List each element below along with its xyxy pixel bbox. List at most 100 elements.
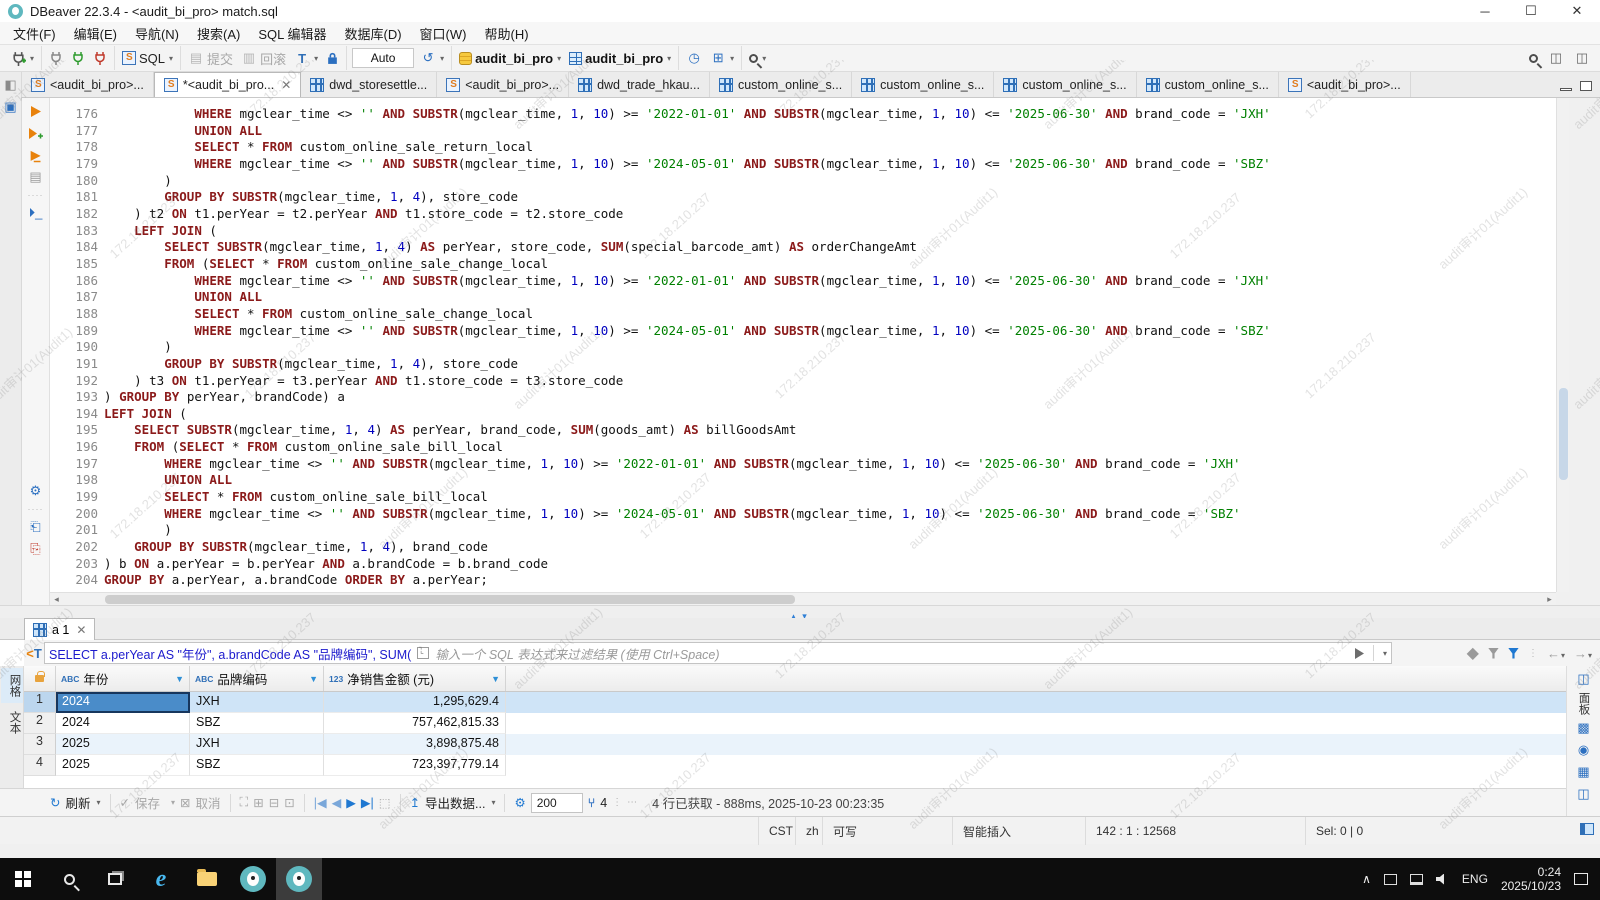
cell[interactable]: 757,462,815.33 xyxy=(324,713,506,734)
column-header-amount[interactable]: 123净销售金额 (元)▼ xyxy=(324,666,506,691)
expand-filter-icon[interactable] xyxy=(417,647,429,659)
cell[interactable]: 1,295,629.4 xyxy=(324,692,506,713)
settings-gear-icon[interactable]: ⚙ xyxy=(27,482,45,500)
table-row[interactable]: 12024JXH1,295,629.4 xyxy=(24,692,1566,713)
panels-label[interactable]: 面板 xyxy=(1576,692,1592,715)
minimize-editor-icon[interactable] xyxy=(1560,88,1572,91)
table-row[interactable]: 42025SBZ723,397,779.14 xyxy=(24,755,1566,776)
cell[interactable]: 723,397,779.14 xyxy=(324,755,506,776)
menu-item-5[interactable]: 数据库(D) xyxy=(336,22,411,45)
show-hidden-icons-button[interactable]: ∧ xyxy=(1362,872,1371,886)
cell[interactable]: JXH xyxy=(190,734,324,755)
menu-item-6[interactable]: 窗口(W) xyxy=(411,22,476,45)
restore-view-icon[interactable]: ◧ xyxy=(2,76,20,94)
cell[interactable]: 2024 xyxy=(56,713,190,734)
row-number[interactable]: 4 xyxy=(24,755,56,776)
menu-item-1[interactable]: 编辑(E) xyxy=(65,22,126,45)
execute-script-button[interactable]: ▶̲ xyxy=(27,146,45,164)
apply-filter-icon[interactable] xyxy=(1354,648,1365,659)
corner-lock-cell[interactable] xyxy=(24,666,56,691)
custom-filter-icon[interactable] xyxy=(1508,648,1519,659)
perspective-icon[interactable]: ◫ xyxy=(1548,50,1564,66)
execute-statement-button[interactable] xyxy=(27,102,45,120)
next-page-icon[interactable]: ▶ xyxy=(346,795,356,810)
grid-view-tab[interactable]: 网格 xyxy=(1,668,23,703)
cell[interactable]: 2025 xyxy=(56,755,190,776)
refresh-button[interactable]: 刷新 xyxy=(65,793,90,812)
row-number[interactable]: 3 xyxy=(24,734,56,755)
notification-center-button[interactable] xyxy=(1574,873,1588,885)
explorer-taskbar-button[interactable] xyxy=(184,858,230,900)
refresh-icon[interactable]: ↻ xyxy=(50,795,60,810)
editor-horizontal-scrollbar[interactable]: ◂ ▸ xyxy=(50,592,1556,605)
chevron-down-icon[interactable]: ▼ xyxy=(309,674,318,684)
panel-settings-icon[interactable]: ◫ xyxy=(1575,670,1593,688)
status-panel-icon[interactable] xyxy=(1580,823,1594,835)
transaction-log-button[interactable]: ↺▾ xyxy=(418,48,446,68)
cell[interactable]: 3,898,875.48 xyxy=(324,734,506,755)
column-header-year[interactable]: ABC年份▼ xyxy=(56,666,190,691)
cancel-button[interactable]: 取消 xyxy=(196,793,221,812)
minimize-button[interactable]: ─ xyxy=(1462,0,1508,22)
time-icon[interactable]: ◷ xyxy=(684,48,704,68)
first-page-icon[interactable]: |◀ xyxy=(314,795,327,810)
export-data-button[interactable]: 导出数据... xyxy=(425,793,485,812)
text-view-tab[interactable]: 文本 xyxy=(1,705,23,740)
row-delete-icon[interactable]: ⊡ xyxy=(284,795,294,810)
row-number[interactable]: 2 xyxy=(24,713,56,734)
goto-row-icon[interactable]: ⬚ xyxy=(379,795,391,810)
input-language[interactable]: ENG xyxy=(1462,872,1488,886)
table-row[interactable]: 22024SBZ757,462,815.33 xyxy=(24,713,1566,734)
cell[interactable]: 2025 xyxy=(56,734,190,755)
taskbar-clock[interactable]: 0:24 2025/10/23 xyxy=(1501,865,1561,893)
filter-history-dropdown[interactable]: ▾ xyxy=(1383,649,1387,658)
lock-icon[interactable] xyxy=(324,50,341,67)
close-button[interactable]: ✕ xyxy=(1554,0,1600,22)
start-button[interactable] xyxy=(0,858,46,900)
task-view-button[interactable] xyxy=(92,858,138,900)
schema-selector[interactable]: audit_bi_pro▾ xyxy=(567,49,673,68)
maximize-button[interactable]: ☐ xyxy=(1508,0,1554,22)
editor-tab-7[interactable]: custom_online_s... xyxy=(994,72,1136,97)
transaction-mode-button[interactable]: T▾ xyxy=(292,48,320,68)
record-icon[interactable]: ◉ xyxy=(1575,741,1593,759)
new-connection-button[interactable]: ▾ xyxy=(9,49,36,68)
cell[interactable]: SBZ xyxy=(190,713,324,734)
grid-settings-gear-icon[interactable]: ⚙ xyxy=(514,795,525,810)
sql-editor-area[interactable]: 1761771781791801811821831841851861871881… xyxy=(50,98,1556,592)
editor-vertical-scrollbar[interactable] xyxy=(1556,98,1569,592)
result-tab[interactable]: a 1 ✕ xyxy=(24,618,95,640)
layout-icon[interactable]: ◫ xyxy=(1574,50,1590,66)
filter-input[interactable]: SELECT a.perYear AS "年份", a.brandCode AS… xyxy=(44,642,1392,664)
cell[interactable]: 2024 xyxy=(56,692,190,713)
editor-tab-9[interactable]: <audit_bi_pro>... xyxy=(1279,72,1411,97)
vscroll-thumb[interactable] xyxy=(1559,388,1568,480)
nav-forward-icon[interactable]: →▾ xyxy=(1574,646,1592,661)
editor-tab-8[interactable]: custom_online_s... xyxy=(1137,72,1279,97)
prev-page-icon[interactable]: ◀ xyxy=(332,795,342,810)
error-doc-icon[interactable]: ⎘ xyxy=(27,540,45,558)
fetch-size-input[interactable]: 200 xyxy=(531,793,583,813)
reconnect-icon[interactable] xyxy=(69,49,87,67)
chevron-down-icon[interactable]: ▼ xyxy=(175,674,184,684)
cell[interactable]: JXH xyxy=(190,692,324,713)
hscroll-thumb[interactable] xyxy=(105,595,795,604)
dbeaver-taskbar-button-active[interactable] xyxy=(276,858,322,900)
commit-mode-combo[interactable]: Auto xyxy=(352,48,414,68)
save-button[interactable]: 保存 xyxy=(135,793,160,812)
table-row[interactable]: 32025JXH3,898,875.48 xyxy=(24,734,1566,755)
row-add-icon[interactable]: ⛶ xyxy=(240,795,249,810)
usb-tray-icon[interactable] xyxy=(1384,874,1397,885)
menu-item-0[interactable]: 文件(F) xyxy=(4,22,65,45)
taskbar-search-button[interactable] xyxy=(46,858,92,900)
menu-item-3[interactable]: 搜索(A) xyxy=(188,22,249,45)
disconnect-icon[interactable] xyxy=(91,49,109,67)
editor-tab-1[interactable]: *<audit_bi_pro...✕ xyxy=(154,72,301,97)
database-navigator-icon[interactable]: ▣ xyxy=(2,98,20,116)
column-header-brand[interactable]: ABC品牌编码▼ xyxy=(190,666,324,691)
network-tray-icon[interactable] xyxy=(1410,874,1423,885)
cell[interactable]: SBZ xyxy=(190,755,324,776)
clear-filter-icon[interactable]: ◆ xyxy=(1467,643,1479,663)
database-selector[interactable]: audit_bi_pro▾ xyxy=(457,49,563,68)
ie-taskbar-button[interactable]: e xyxy=(138,858,184,900)
